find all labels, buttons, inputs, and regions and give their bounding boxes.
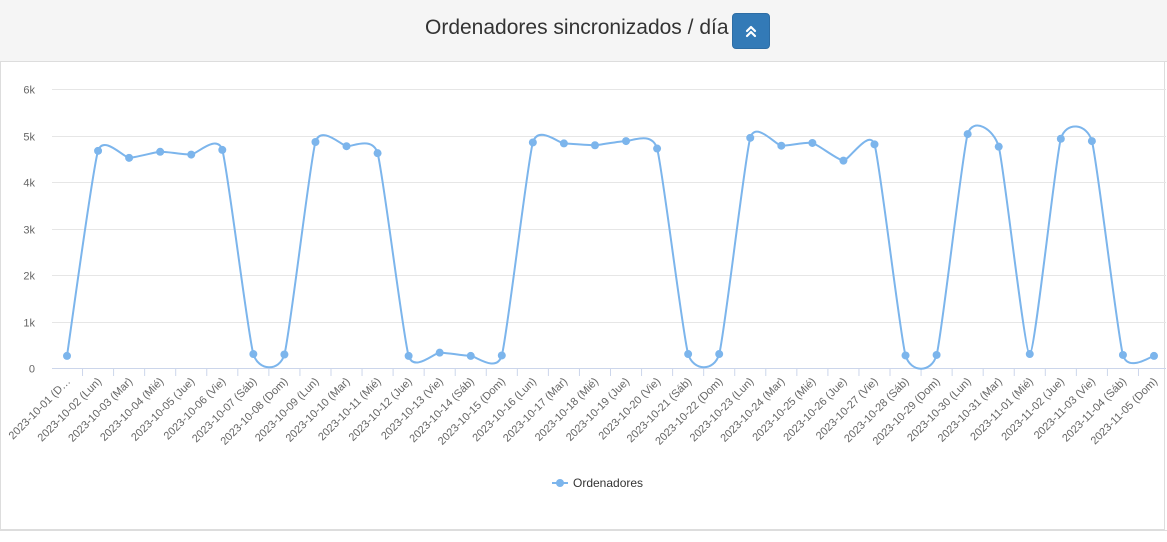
- data-point[interactable]: [839, 156, 848, 165]
- y-tick-label: 0: [29, 364, 35, 376]
- data-point[interactable]: [590, 141, 599, 150]
- data-point[interactable]: [1025, 350, 1034, 359]
- series-line: [66, 124, 1155, 370]
- data-point[interactable]: [94, 146, 103, 155]
- data-point[interactable]: [218, 145, 227, 154]
- data-point[interactable]: [932, 350, 941, 359]
- data-point[interactable]: [342, 142, 351, 151]
- data-point[interactable]: [870, 140, 879, 149]
- data-point[interactable]: [373, 149, 382, 158]
- panel-header: Ordenadores sincronizados / día: [0, 0, 1167, 62]
- data-point[interactable]: [963, 130, 972, 139]
- data-point[interactable]: [63, 351, 71, 360]
- legend-label[interactable]: Ordenadores: [573, 476, 643, 490]
- legend-marker: [556, 479, 564, 487]
- y-tick-label: 6k: [23, 85, 35, 97]
- data-point[interactable]: [404, 351, 413, 360]
- double-chevron-up-icon: [745, 25, 757, 38]
- data-point[interactable]: [187, 150, 196, 159]
- y-tick-label: 2k: [23, 271, 35, 283]
- data-point[interactable]: [1056, 134, 1065, 143]
- data-point[interactable]: [994, 142, 1003, 151]
- data-point[interactable]: [808, 138, 817, 147]
- y-tick-label: 5k: [23, 132, 35, 144]
- data-point[interactable]: [311, 138, 320, 147]
- data-point[interactable]: [901, 351, 910, 360]
- data-point[interactable]: [1150, 351, 1158, 360]
- data-point[interactable]: [497, 351, 506, 360]
- collapse-button[interactable]: [732, 13, 770, 49]
- panel-title: Ordenadores sincronizados / día: [425, 16, 729, 39]
- data-point[interactable]: [528, 138, 537, 147]
- data-point[interactable]: [715, 350, 724, 359]
- data-point[interactable]: [1118, 350, 1127, 359]
- data-point[interactable]: [1087, 137, 1096, 146]
- y-tick-label: 1k: [23, 318, 35, 330]
- panel-bottom-border: [0, 530, 1167, 531]
- data-point[interactable]: [156, 147, 165, 156]
- y-tick-label: 3k: [23, 225, 35, 237]
- data-point[interactable]: [684, 350, 693, 359]
- data-point[interactable]: [746, 133, 755, 142]
- line-chart: 01k2k3k4k5k6k2023-10-01 (D…2023-10-02 (L…: [7, 85, 1166, 490]
- data-point[interactable]: [435, 348, 444, 357]
- y-tick-label: 4k: [23, 178, 35, 190]
- data-point[interactable]: [777, 141, 786, 150]
- data-point[interactable]: [653, 144, 662, 153]
- data-point[interactable]: [125, 153, 134, 162]
- data-point[interactable]: [559, 139, 568, 148]
- data-point[interactable]: [622, 137, 631, 146]
- data-point[interactable]: [249, 350, 258, 359]
- data-point[interactable]: [466, 351, 475, 360]
- data-point[interactable]: [280, 350, 289, 359]
